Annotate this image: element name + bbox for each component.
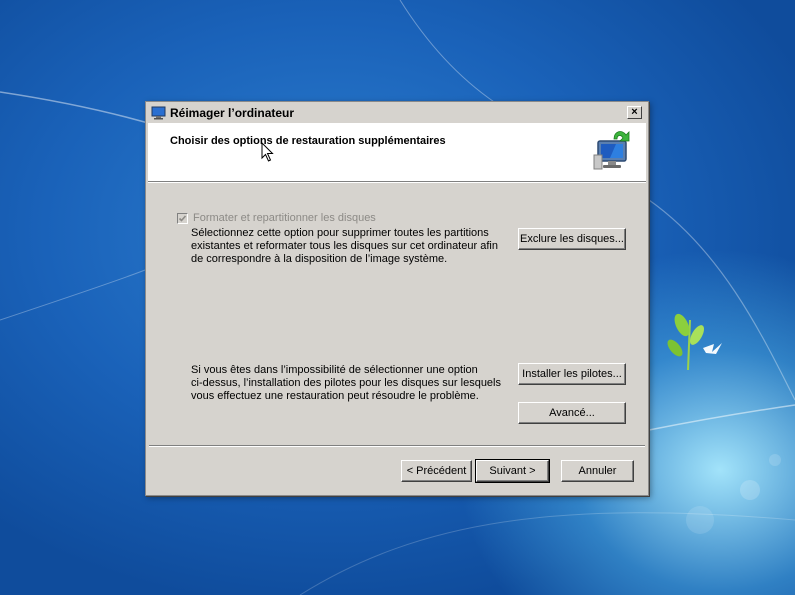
computer-restore-icon — [593, 131, 630, 170]
checkmark-icon — [178, 215, 187, 222]
leaf-sprig-icon — [667, 313, 704, 371]
next-button[interactable]: Suivant > — [475, 459, 550, 483]
format-description-line: existantes et reformater tous les disque… — [191, 240, 498, 252]
drivers-description-line: Si vous êtes dans l’impossibilité de sél… — [191, 364, 478, 376]
header-panel: Choisir des options de restauration supp… — [148, 123, 646, 182]
close-icon: × — [631, 106, 638, 118]
mouse-cursor-icon — [261, 142, 274, 162]
format-disks-label: Formater et repartitionner les disques — [193, 212, 376, 224]
page-title: Choisir des options de restauration supp… — [170, 135, 446, 147]
footer-divider-highlight — [149, 446, 645, 447]
bird-icon — [703, 343, 722, 354]
format-disks-checkbox[interactable] — [177, 213, 188, 224]
window-title: Réimager l’ordinateur — [170, 106, 295, 120]
monitor-restore-icon — [151, 106, 166, 120]
format-description: Sélectionnez cette option pour supprimer… — [191, 227, 511, 266]
format-description-line: Sélectionnez cette option pour supprimer… — [191, 227, 489, 239]
drivers-description-line: ci-dessus, l’installation des pilotes po… — [191, 377, 501, 389]
format-description-line: de correspondre à la disposition de l’im… — [191, 253, 448, 265]
close-button[interactable]: × — [627, 106, 642, 119]
drivers-description-line: vous effectuez une restauration peut rés… — [191, 390, 479, 402]
title-bar[interactable]: Réimager l’ordinateur × — [148, 104, 646, 122]
install-drivers-button[interactable]: Installer les pilotes... — [518, 363, 626, 385]
cancel-button[interactable]: Annuler — [561, 460, 634, 482]
back-button[interactable]: < Précédent — [401, 460, 472, 482]
advanced-button[interactable]: Avancé... — [518, 402, 626, 424]
drivers-description: Si vous êtes dans l’impossibilité de sél… — [191, 364, 511, 403]
reimage-dialog: Réimager l’ordinateur × Choisir des opti… — [145, 101, 649, 496]
header-divider — [148, 182, 646, 183]
exclude-disks-button[interactable]: Exclure les disques... — [518, 228, 626, 250]
